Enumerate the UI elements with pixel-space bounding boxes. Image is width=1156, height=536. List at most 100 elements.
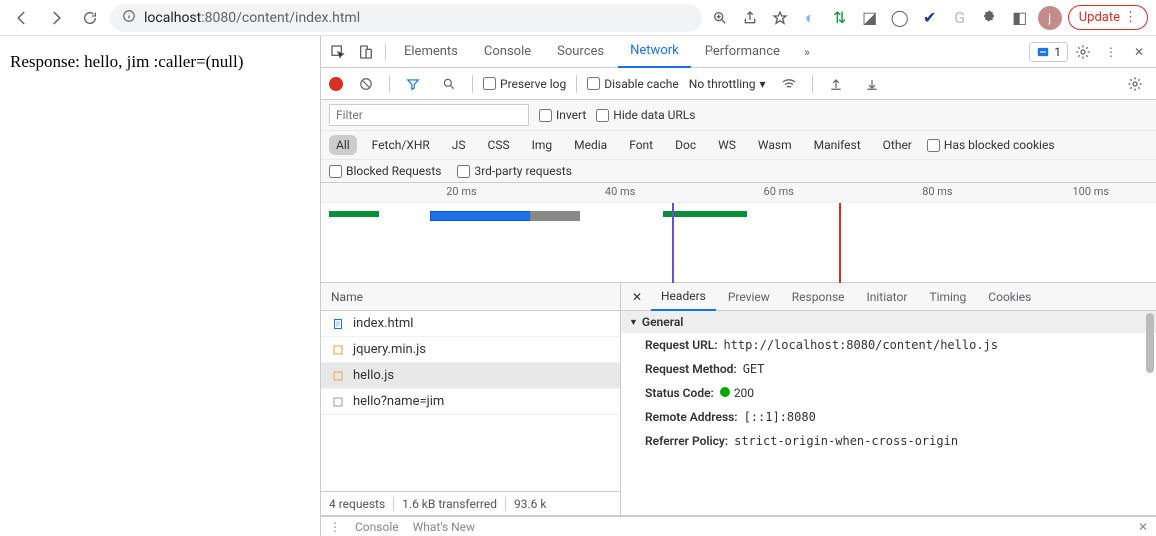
status-code-value: 200 [720,386,754,400]
tab-elements[interactable]: Elements [392,36,470,68]
drawer-kebab-icon[interactable]: ⋮ [329,520,341,534]
type-font[interactable]: Font [622,135,660,155]
request-url-value: http://localhost:8080/content/hello.js [723,338,998,352]
invert-checkbox[interactable]: Invert [539,108,586,122]
xhr-icon [331,395,345,409]
search-icon[interactable] [436,71,462,97]
type-media[interactable]: Media [567,135,614,155]
tab-performance[interactable]: Performance [693,36,792,68]
disable-cache-checkbox[interactable]: Disable cache [587,77,679,91]
tab-network[interactable]: Network [618,36,691,68]
request-row[interactable]: hello?name=jim [321,389,620,415]
extensions-icon[interactable] [978,6,1002,30]
record-button[interactable] [329,77,343,91]
name-column-header[interactable]: Name [321,283,620,311]
request-row[interactable]: index.html [321,311,620,337]
tick-100ms: 100 ms [1073,185,1110,198]
detail-tab-timing[interactable]: Timing [919,283,976,311]
type-css[interactable]: CSS [481,135,517,155]
tab-sources[interactable]: Sources [545,36,616,68]
upload-icon[interactable] [823,71,849,97]
third-party-checkbox[interactable]: 3rd-party requests [457,164,571,178]
url-host: localhost [144,10,201,26]
wifi-icon[interactable] [776,71,802,97]
detail-tab-headers[interactable]: Headers [651,283,716,311]
filter-input[interactable] [329,104,529,126]
throttling-select[interactable]: No throttling▾ [689,77,766,91]
request-row[interactable]: hello.js [321,363,620,389]
zoom-icon[interactable] [708,6,732,30]
type-ws[interactable]: WS [711,135,743,155]
close-devtools-icon[interactable]: ✕ [1126,39,1152,65]
preserve-log-checkbox[interactable]: Preserve log [483,77,566,91]
forward-button[interactable] [42,4,70,32]
type-img[interactable]: Img [525,135,560,155]
issues-badge[interactable]: 1 [1029,42,1068,62]
detail-pane: ✕ Headers Preview Response Initiator Tim… [621,283,1156,515]
filter-icon[interactable] [400,71,426,97]
type-other[interactable]: Other [876,135,919,155]
drawer-bar: ⋮ Console What's New ✕ [321,516,1156,536]
drawer-tab-console[interactable]: Console [355,520,399,534]
kebab-icon[interactable]: ⋮ [1098,39,1124,65]
remote-address-value: [::1]:8080 [744,410,816,424]
update-button[interactable]: Update⋮ [1068,5,1148,30]
share-icon[interactable] [738,6,762,30]
type-doc[interactable]: Doc [668,135,703,155]
devtools-panel: Elements Console Sources Network Perform… [320,36,1156,536]
referrer-policy-value: strict-origin-when-cross-origin [734,434,958,448]
ext-icon-1[interactable]: ◐ [798,6,822,30]
settings-icon[interactable] [1070,39,1096,65]
extra-filter-row: Blocked Requests 3rd-party requests [321,160,1156,183]
clear-icon[interactable] [353,71,379,97]
devtools-tabbar: Elements Console Sources Network Perform… [321,36,1156,68]
inspect-icon[interactable] [325,39,351,65]
js-icon [331,369,345,383]
type-fetchxhr[interactable]: Fetch/XHR [365,135,437,155]
drawer-close-icon[interactable]: ✕ [1138,520,1148,534]
request-row[interactable]: jquery.min.js [321,337,620,363]
back-button[interactable] [8,4,36,32]
has-blocked-cookies-checkbox[interactable]: Has blocked cookies [927,138,1055,152]
type-filter-row: All Fetch/XHR JS CSS Img Media Font Doc … [321,131,1156,160]
profile-avatar[interactable]: j [1038,6,1062,30]
ext-icon-4[interactable]: ◯ [888,6,912,30]
type-manifest[interactable]: Manifest [807,135,868,155]
ext-icon-3[interactable]: ◪ [858,6,882,30]
blocked-requests-checkbox[interactable]: Blocked Requests [329,164,441,178]
ext-icon-2[interactable]: ⇅ [828,6,852,30]
tab-console[interactable]: Console [472,36,543,68]
device-icon[interactable] [353,39,379,65]
tick-60ms: 60 ms [764,185,794,198]
info-icon [122,9,136,27]
net-settings-icon[interactable] [1122,71,1148,97]
more-tabs-icon[interactable]: » [794,39,820,65]
network-toolbar: Preserve log Disable cache No throttling… [321,68,1156,100]
type-wasm[interactable]: Wasm [751,135,799,155]
ext-icon-6[interactable]: G [948,6,972,30]
type-js[interactable]: JS [445,135,473,155]
request-method-value: GET [743,362,765,376]
hide-data-urls-checkbox[interactable]: Hide data URLs [596,108,695,122]
network-timeline[interactable]: 20 ms 40 ms 60 ms 80 ms 100 ms [321,183,1156,283]
section-general[interactable]: General [621,311,1156,333]
detail-tab-response[interactable]: Response [782,283,855,311]
detail-tab-initiator[interactable]: Initiator [857,283,918,311]
ext-icon-5[interactable]: ✔ [918,6,942,30]
close-detail-icon[interactable]: ✕ [625,290,649,304]
js-icon [331,343,345,357]
scrollbar[interactable] [1146,313,1154,373]
detail-tab-cookies[interactable]: Cookies [978,283,1041,311]
url-path: /content/index.html [236,10,360,26]
address-bar[interactable]: localhost:8080/content/index.html [110,4,702,32]
reload-button[interactable] [76,4,104,32]
type-all[interactable]: All [329,135,357,155]
ext-icon-7[interactable]: ◧ [1008,6,1032,30]
drawer-tab-whatsnew[interactable]: What's New [413,520,475,534]
detail-tab-preview[interactable]: Preview [718,283,780,311]
tick-40ms: 40 ms [605,185,635,198]
browser-toolbar: localhost:8080/content/index.html ◐ ⇅ ◪ … [0,0,1156,36]
page-content: Response: hello, jim :caller=(null) [0,36,320,536]
download-icon[interactable] [859,71,885,97]
star-icon[interactable] [768,6,792,30]
